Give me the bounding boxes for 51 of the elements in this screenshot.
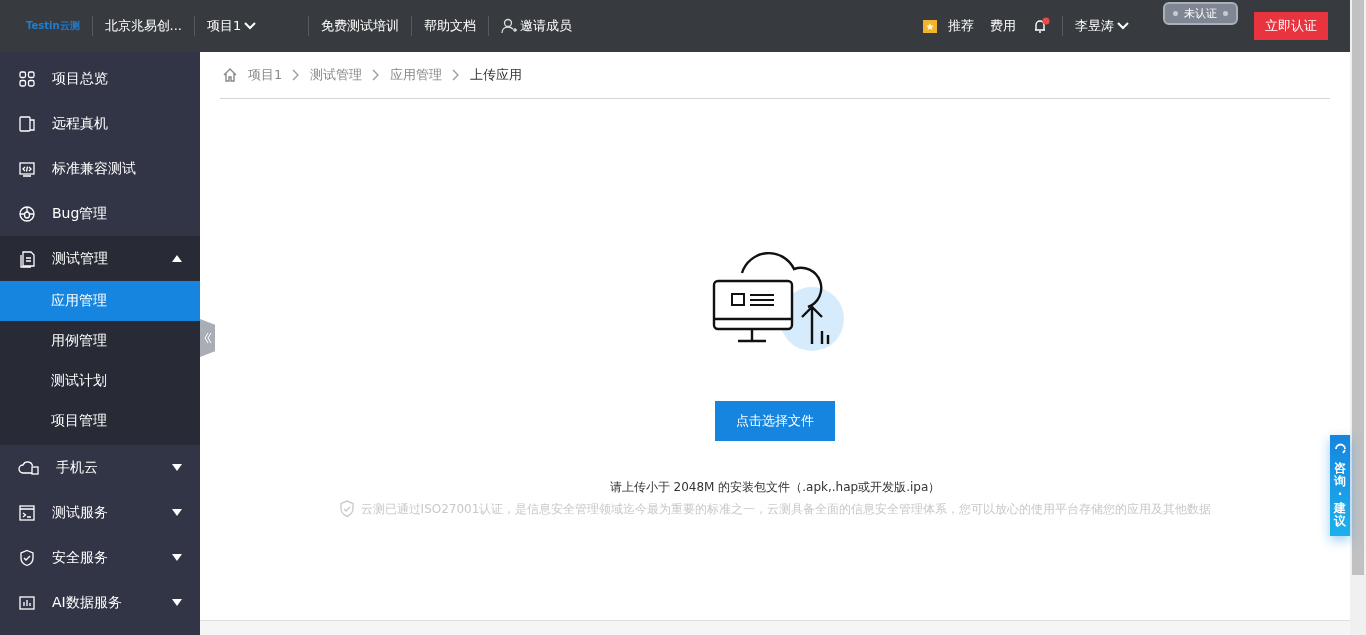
sidebar-item[interactable]: AI数据服务	[0, 580, 200, 625]
cloud-icon	[18, 458, 40, 477]
star-flag-icon	[923, 19, 937, 33]
sidebar-item[interactable]: 标准兼容测试	[0, 146, 200, 191]
shield-check-icon	[338, 500, 355, 518]
recommend-link[interactable]: 推荐	[923, 17, 974, 35]
home-icon[interactable]	[222, 67, 238, 83]
shield-icon	[18, 548, 36, 567]
notification-bell-icon[interactable]	[1032, 17, 1050, 35]
fees-link[interactable]: 费用	[990, 17, 1016, 35]
add-user-icon	[501, 18, 518, 34]
breadcrumb-link[interactable]: 上传应用	[470, 66, 523, 84]
chevron-down-icon	[1117, 22, 1129, 30]
sidebar-item[interactable]: Bug管理	[0, 191, 200, 236]
project-dropdown[interactable]: 项目1	[206, 17, 257, 35]
sidebar-item[interactable]: 远程真机	[0, 101, 200, 146]
certification-badge: 未认证	[1163, 2, 1238, 25]
nav-link[interactable]: 帮助文档	[424, 17, 477, 35]
terminal-icon	[18, 503, 36, 522]
document-icon	[18, 249, 36, 268]
bug-icon	[18, 204, 36, 223]
scrollbar[interactable]	[1350, 0, 1366, 635]
organization-name: 北京兆易创...	[104, 17, 182, 35]
certify-button[interactable]: 立即认证	[1254, 12, 1328, 40]
sidebar-subitem[interactable]: 用例管理	[0, 321, 200, 361]
collapse-sidebar-handle[interactable]	[200, 319, 215, 357]
chevron-right-icon	[372, 69, 381, 81]
chevron-right-icon	[452, 69, 461, 81]
nav-link[interactable]: 免费测试培训	[321, 17, 400, 35]
device-icon	[18, 114, 36, 133]
sidebar-item[interactable]: 项目总览	[0, 56, 200, 101]
sidebar-subitem[interactable]: 测试计划	[0, 361, 200, 401]
breadcrumb-link[interactable]: 应用管理	[390, 66, 443, 84]
choose-file-button[interactable]: 点击选择文件	[715, 401, 835, 441]
sidebar-item[interactable]: 手机云	[0, 445, 200, 490]
breadcrumb-link[interactable]: 项目1	[248, 66, 283, 84]
chevron-down-icon	[244, 22, 257, 30]
chart-icon	[18, 593, 36, 612]
sidebar-item[interactable]: 测试管理	[0, 236, 200, 281]
code-icon	[18, 159, 36, 178]
sidebar-subitem[interactable]: 项目管理	[0, 401, 200, 441]
sidebar-item[interactable]: 安全服务	[0, 535, 200, 580]
grid-icon	[18, 69, 36, 88]
chevron-right-icon	[292, 69, 301, 81]
user-menu[interactable]: 李昱涛	[1075, 17, 1129, 35]
sidebar-subitem[interactable]: 应用管理	[0, 281, 200, 321]
sidebar-item[interactable]: 测试服务	[0, 490, 200, 535]
headset-icon	[1333, 441, 1347, 454]
invite-members-link[interactable]: 邀请成员	[501, 17, 573, 35]
breadcrumb-link[interactable]: 测试管理	[310, 66, 363, 84]
upload-hint: 请上传小于 2048M 的安装包文件（.apk,.hap或开发版.ipa）	[609, 479, 941, 496]
